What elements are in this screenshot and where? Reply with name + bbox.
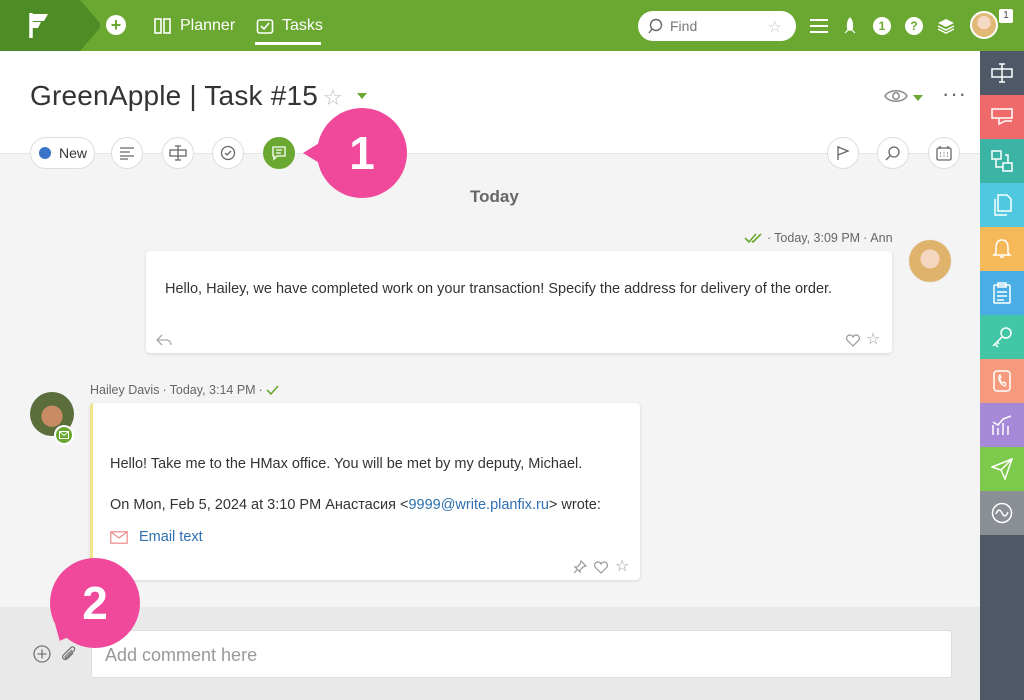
message-time: Today, 3:09 PM [774,231,861,245]
avatar[interactable] [908,239,952,283]
sidebar-send-icon[interactable] [980,447,1024,491]
checklist-icon [220,145,236,161]
fields-button[interactable] [162,137,194,169]
sidebar-hierarchy-icon[interactable] [980,139,1024,183]
sidebar-fields-icon[interactable] [980,51,1024,95]
right-sidebar [980,51,1024,700]
comment-placeholder: Add comment here [105,645,258,665]
top-bar: + Planner Tasks Find ☆ 1 ? 1 [0,0,1024,51]
active-tab-indicator [255,42,321,45]
quote-prefix: On Mon, Feb 5, 2024 at 3:10 PM Анастасия… [110,497,409,513]
message-text: Hello! Take me to the HMax office. You w… [110,456,583,472]
nav-planner-label: Planner [180,17,236,34]
tasks-icon [256,19,274,34]
callout-one: 1 [303,108,407,198]
read-check-icon [266,385,279,396]
sidebar-bell-icon[interactable] [980,227,1024,271]
flag-icon [837,146,850,160]
calendar-button[interactable] [928,137,960,169]
add-attachment-icon[interactable] [33,645,51,663]
read-double-check-icon [744,233,762,244]
help-icon[interactable]: ? [903,15,925,37]
paperclip-icon[interactable] [60,645,78,663]
status-dot [39,147,51,159]
reply-icon[interactable] [156,333,172,347]
user-badge: 1 [999,9,1013,23]
favorite-star-icon[interactable]: ☆ [615,556,629,576]
sidebar-key-icon[interactable] [980,315,1024,359]
planner-icon [154,18,171,34]
search-placeholder: Find [670,18,698,34]
sidebar-phone-icon[interactable] [980,359,1024,403]
page-title: GreenApple | Task #15 [30,80,319,111]
layers-icon[interactable] [935,15,957,37]
message-text: Hello, Hailey, we have completed work on… [165,281,833,297]
menu-icon[interactable] [808,15,830,37]
rocket-icon[interactable] [839,15,861,37]
search-input[interactable]: Find ☆ [638,11,796,41]
add-icon[interactable]: + [106,15,126,35]
quoted-header: On Mon, Feb 5, 2024 at 3:10 PM Анастасия… [110,497,601,513]
nav-tasks[interactable]: Tasks [256,13,323,39]
more-options-icon[interactable]: ··· [942,81,967,107]
email-text-link[interactable]: Email text [110,529,203,545]
favorite-star-icon[interactable]: ☆ [323,85,343,111]
like-heart-icon[interactable] [594,561,608,574]
envelope-icon [110,530,128,544]
app-logo[interactable] [0,0,100,51]
nav-tasks-label: Tasks [282,17,323,34]
comments-button[interactable] [263,137,295,169]
watch-eye-icon[interactable] [884,88,908,104]
pin-icon[interactable] [573,560,587,574]
email-text-label: Email text [139,529,203,545]
mail-icon [59,431,69,439]
email-source-badge [54,425,74,445]
nav-planner[interactable]: Planner [154,13,235,39]
watch-dropdown-caret-icon[interactable] [913,95,923,101]
quote-suffix: > wrote: [548,497,601,513]
favorite-star-icon[interactable]: ☆ [866,329,880,349]
sidebar-analytics-icon[interactable] [980,403,1024,447]
like-heart-icon[interactable] [846,334,860,347]
sidebar-documents-icon[interactable] [980,183,1024,227]
title-dropdown-caret-icon[interactable] [357,93,367,99]
callout-two: 2 [50,558,140,648]
sidebar-chat-icon[interactable] [980,95,1024,139]
sidebar-clipboard-icon[interactable] [980,271,1024,315]
message-bubble: Hello, Hailey, we have completed work on… [146,251,892,353]
message-time: Today, 3:14 PM [169,383,256,397]
favorites-star-icon[interactable]: ☆ [768,17,782,37]
magnifier-icon [885,146,900,161]
checklist-button[interactable] [212,137,244,169]
notifications-icon[interactable]: 1 [871,15,893,37]
description-icon [120,147,134,160]
search-icon [648,18,663,34]
user-avatar[interactable] [970,11,998,39]
quote-email-link[interactable]: 9999@write.planfix.ru [408,497,548,513]
comment-input[interactable]: Add comment here [91,630,952,678]
fields-icon [169,145,187,161]
message-meta: Hailey Davis · Today, 3:14 PM · [90,383,280,397]
search-comments-button[interactable] [877,137,909,169]
message-author: Hailey Davis [90,383,160,397]
notification-count: 1 [873,17,891,35]
day-separator: Today [470,187,519,206]
message-author: Ann [870,231,893,245]
calendar-icon [936,146,952,161]
message-bubble: Hello! Take me to the HMax office. You w… [90,403,640,580]
task-header: GreenApple | Task #15 ☆ ··· New [0,51,980,169]
status-label: New [59,145,88,161]
sidebar-wave-icon[interactable] [980,491,1024,535]
status-button[interactable]: New [30,137,95,169]
comment-icon [272,146,286,161]
description-button[interactable] [111,137,143,169]
flag-button[interactable] [827,137,859,169]
message-meta: · Today, 3:09 PM · Ann [744,231,893,245]
